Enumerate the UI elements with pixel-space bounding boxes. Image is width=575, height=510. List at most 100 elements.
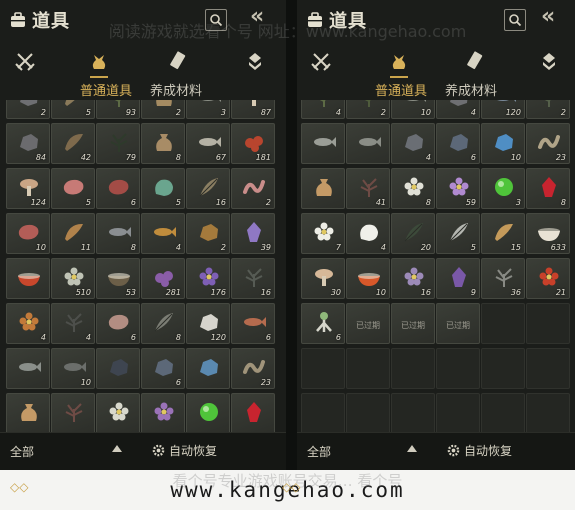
item-slot[interactable] [301, 123, 345, 164]
item-slot[interactable] [186, 348, 230, 389]
item-slot[interactable]: 93 [96, 100, 140, 119]
item-slot[interactable]: 3 [186, 100, 230, 119]
close-chevron-icon[interactable]: « [541, 4, 555, 29]
item-slot[interactable]: 16 [391, 258, 435, 299]
item-slot[interactable]: 10 [346, 258, 390, 299]
item-slot[interactable]: 10 [481, 123, 525, 164]
item-slot[interactable]: 79 [96, 123, 140, 164]
item-slot[interactable] [141, 393, 185, 432]
item-slot[interactable]: 124 [6, 168, 50, 209]
item-slot[interactable] [96, 393, 140, 432]
item-slot[interactable]: 5 [51, 100, 95, 119]
item-slot[interactable]: 16 [231, 258, 275, 299]
item-slot[interactable]: 53 [96, 258, 140, 299]
item-slot[interactable]: 4 [51, 303, 95, 344]
item-slot[interactable]: 84 [6, 123, 50, 164]
item-slot[interactable]: 36 [481, 258, 525, 299]
item-slot[interactable]: 11 [51, 213, 95, 254]
item-slot[interactable]: 6 [436, 123, 480, 164]
tab-growth-materials[interactable]: 养成材料 [445, 80, 497, 99]
filter-dropdown[interactable]: 全部 [10, 443, 34, 460]
item-slot[interactable]: 30 [301, 258, 345, 299]
item-slot[interactable]: 6 [141, 348, 185, 389]
item-slot[interactable]: 21 [526, 258, 570, 299]
item-slot[interactable]: 23 [526, 123, 570, 164]
swords-icon[interactable] [310, 50, 332, 72]
item-slot[interactable]: 8 [96, 213, 140, 254]
item-slot[interactable]: 4 [391, 123, 435, 164]
pouch-tab-button[interactable] [388, 50, 410, 78]
item-slot[interactable] [51, 393, 95, 432]
item-slot[interactable]: 41 [346, 168, 390, 209]
item-slot[interactable]: 已过期 [346, 303, 390, 344]
item-slot[interactable]: 7 [301, 213, 345, 254]
scroll-icon[interactable] [465, 50, 487, 72]
item-slot[interactable]: 16 [186, 168, 230, 209]
item-slot[interactable]: 59 [436, 168, 480, 209]
scroll-icon[interactable] [168, 50, 190, 72]
item-slot[interactable] [6, 258, 50, 299]
item-slot[interactable]: 8 [391, 168, 435, 209]
item-slot[interactable]: 23 [231, 348, 275, 389]
item-slot[interactable]: 281 [141, 258, 185, 299]
tab-common-items[interactable]: 普通道具 [375, 80, 427, 99]
item-slot[interactable]: 2 [186, 213, 230, 254]
gem-icon[interactable] [244, 50, 266, 72]
item-slot[interactable]: 510 [51, 258, 95, 299]
tab-common-items[interactable]: 普通道具 [80, 80, 132, 99]
tab-growth-materials[interactable]: 养成材料 [150, 80, 202, 99]
item-slot[interactable]: 120 [186, 303, 230, 344]
item-slot[interactable]: 633 [526, 213, 570, 254]
dropdown-arrow-icon[interactable] [407, 445, 417, 452]
item-grid-viewport[interactable]: 4 2 10 4 120 2 4 6 10 23 41 8 59 3 8 7 4 20 5 15 633 30 10 16 9 3… [297, 100, 575, 432]
dropdown-arrow-icon[interactable] [112, 445, 122, 452]
item-slot[interactable]: 120 [481, 100, 525, 119]
item-slot[interactable] [231, 393, 275, 432]
item-slot[interactable]: 9 [436, 258, 480, 299]
search-button[interactable] [205, 9, 227, 31]
item-slot[interactable]: 39 [231, 213, 275, 254]
pouch-tab-button[interactable] [88, 50, 110, 78]
item-slot[interactable]: 5 [51, 168, 95, 209]
item-slot[interactable]: 20 [391, 213, 435, 254]
item-slot[interactable] [186, 393, 230, 432]
item-slot[interactable]: 6 [231, 303, 275, 344]
item-slot[interactable]: 67 [186, 123, 230, 164]
item-slot[interactable]: 181 [231, 123, 275, 164]
item-slot[interactable]: 4 [6, 303, 50, 344]
item-grid-viewport[interactable]: 2 5 93 2 3 87 84 42 79 8 67 181 124 5 6 5 16 2 10 11 8 4 2 39 51… [0, 100, 286, 432]
item-slot[interactable] [6, 393, 50, 432]
auto-restore-button[interactable]: 自动恢复 [152, 442, 217, 459]
filter-dropdown[interactable]: 全部 [307, 443, 331, 460]
item-slot[interactable]: 6 [301, 303, 345, 344]
item-slot[interactable] [301, 168, 345, 209]
item-slot[interactable]: 5 [141, 168, 185, 209]
item-slot[interactable]: 5 [436, 213, 480, 254]
item-slot[interactable]: 4 [141, 213, 185, 254]
item-slot[interactable]: 8 [526, 168, 570, 209]
item-slot[interactable]: 3 [481, 168, 525, 209]
gem-icon[interactable] [538, 50, 560, 72]
item-slot[interactable]: 4 [346, 213, 390, 254]
item-slot[interactable] [346, 123, 390, 164]
item-slot[interactable]: 2 [231, 168, 275, 209]
item-slot[interactable]: 2 [346, 100, 390, 119]
item-slot[interactable]: 176 [186, 258, 230, 299]
close-chevron-icon[interactable]: « [250, 4, 264, 29]
item-slot[interactable]: 6 [96, 303, 140, 344]
item-slot[interactable]: 6 [96, 168, 140, 209]
auto-restore-button[interactable]: 自动恢复 [447, 442, 512, 459]
item-slot[interactable]: 42 [51, 123, 95, 164]
item-slot[interactable]: 8 [141, 123, 185, 164]
item-slot[interactable]: 10 [51, 348, 95, 389]
item-slot[interactable]: 4 [436, 100, 480, 119]
item-slot[interactable]: 10 [6, 213, 50, 254]
item-slot[interactable]: 2 [526, 100, 570, 119]
search-button[interactable] [504, 9, 526, 31]
item-slot[interactable]: 15 [481, 213, 525, 254]
item-slot[interactable] [6, 348, 50, 389]
item-slot[interactable]: 已过期 [391, 303, 435, 344]
item-slot[interactable]: 8 [141, 303, 185, 344]
swords-icon[interactable] [14, 50, 36, 72]
item-slot[interactable]: 已过期 [436, 303, 480, 344]
